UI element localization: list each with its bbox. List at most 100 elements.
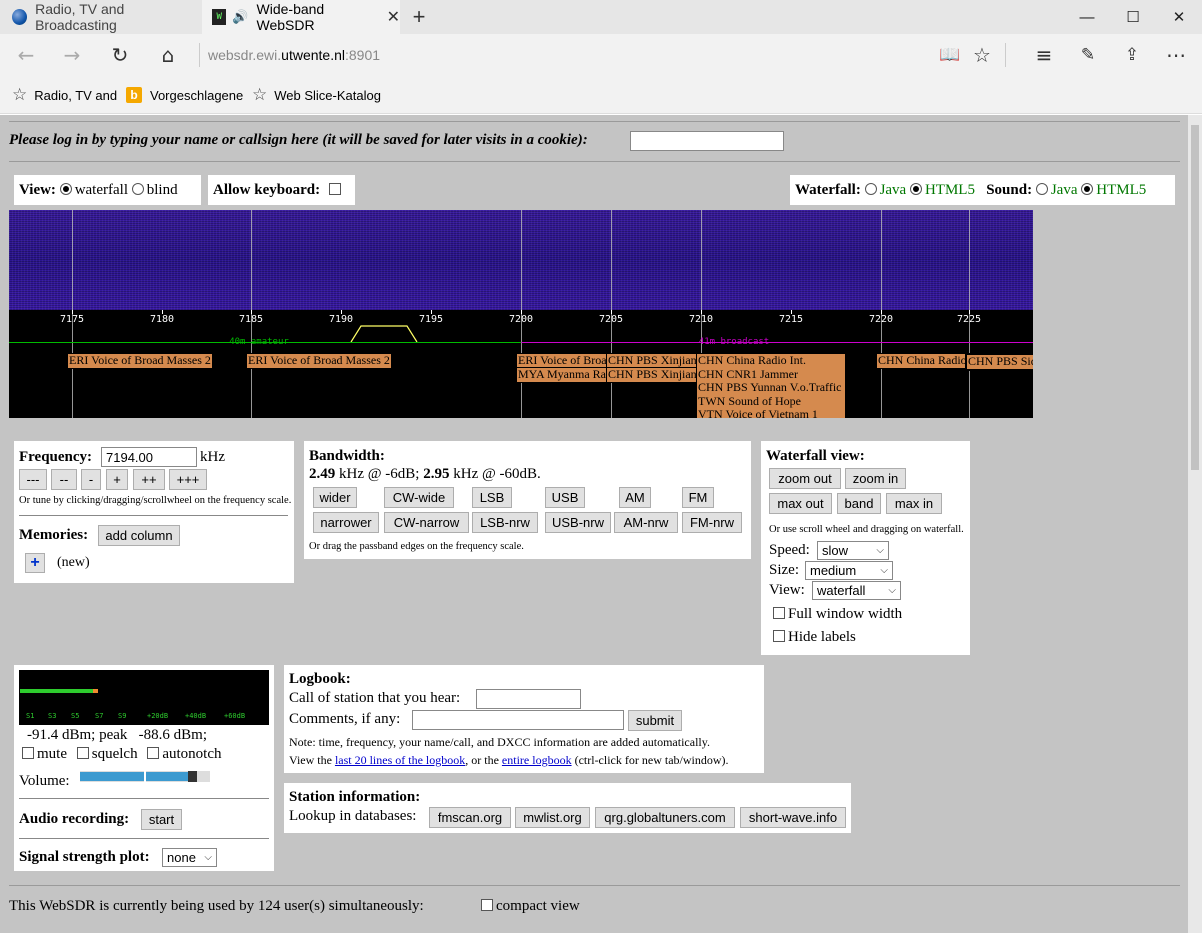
tune-up-1-button[interactable]: + [106, 469, 128, 490]
favorite-suggested[interactable]: b Vorgeschlagene [126, 76, 243, 114]
squelch-checkbox[interactable] [76, 747, 89, 759]
close-tab-icon[interactable]: ✕ [387, 7, 400, 27]
bing-icon: b [126, 87, 142, 103]
record-start-button[interactable]: start [141, 809, 182, 830]
scrollbar-thumb[interactable] [1191, 125, 1199, 470]
home-icon[interactable]: ⌂ [148, 34, 188, 76]
globaltuners-button[interactable]: qrg.globaltuners.com [595, 807, 735, 828]
allow-keyboard-box: Allow keyboard: [208, 175, 355, 205]
callsign-input[interactable] [630, 131, 784, 151]
waterfall-display[interactable]: 7175 7180 7185 7190 7195 7200 7205 7210 … [9, 210, 1033, 418]
back-icon[interactable]: ← [6, 34, 46, 76]
mute-checkbox[interactable] [22, 747, 34, 759]
tune-up-3-button[interactable]: +++ [169, 469, 207, 490]
station-label[interactable]: ERI Voice of Broad Masses 2 [246, 353, 392, 369]
station-label[interactable]: TWN Sound of Hope [698, 394, 844, 409]
freq-tick: 7195 [418, 314, 444, 325]
new-tab-button[interactable]: + [402, 0, 436, 34]
maximize-icon[interactable]: ☐ [1110, 0, 1156, 34]
view-select[interactable]: waterfall ⌵ [812, 581, 901, 600]
station-label[interactable]: MYA Myanma Radio [516, 367, 608, 383]
cw-wide-button[interactable]: CW-wide [384, 487, 454, 508]
tune-down-3-button[interactable]: --- [19, 469, 47, 490]
lsb-nrw-button[interactable]: LSB-nrw [472, 512, 538, 533]
frequency-panel: Frequency: kHz --- -- - + ++ +++ Or tune… [14, 441, 294, 583]
max-in-button[interactable]: max in [886, 493, 942, 514]
station-label-group[interactable]: CHN China Radio Int. CHN CNR1 Jammer CHN… [696, 353, 846, 418]
logbook-last20-link[interactable]: last 20 lines of the logbook [335, 753, 465, 767]
tab-websdr[interactable]: W 🔊 Wide-band WebSDR ✕ [202, 0, 400, 34]
tune-down-1-button[interactable]: - [81, 469, 101, 490]
refresh-icon[interactable]: ↻ [100, 34, 140, 76]
add-memory-button[interactable]: + [25, 553, 45, 573]
more-icon[interactable]: ⋯ [1156, 34, 1196, 76]
frequency-input[interactable] [101, 447, 197, 467]
station-label[interactable]: CHN PBS Yunnan V.o.Traffic [698, 380, 844, 395]
web-note-icon[interactable]: ✎ [1068, 34, 1108, 76]
narrower-button[interactable]: narrower [313, 512, 379, 533]
fmscan-button[interactable]: fmscan.org [429, 807, 511, 828]
zoom-out-button[interactable]: zoom out [769, 468, 841, 489]
volume-slider[interactable] [80, 771, 210, 782]
favorite-web-slice[interactable]: ☆ Web Slice-Katalog [252, 76, 381, 114]
short-wave-info-button[interactable]: short-wave.info [740, 807, 846, 828]
share-icon[interactable]: ⇪ [1112, 34, 1152, 76]
sound-html5-radio[interactable] [1081, 183, 1094, 195]
max-out-button[interactable]: max out [769, 493, 832, 514]
passband-marker[interactable] [349, 324, 421, 344]
mwlist-button[interactable]: mwlist.org [515, 807, 590, 828]
station-label[interactable]: CHN PBS Sichuan 2 [965, 353, 1033, 371]
cw-narrow-button[interactable]: CW-narrow [384, 512, 469, 533]
full-width-checkbox[interactable] [773, 607, 785, 619]
tab-radio-tv[interactable]: Radio, TV and Broadcasting [0, 0, 200, 34]
websdr-favicon: W [212, 9, 227, 25]
view-blind-radio[interactable] [131, 183, 144, 195]
usb-button[interactable]: USB [545, 487, 585, 508]
signal-plot-select[interactable]: none ⌵ [162, 848, 217, 867]
fm-button[interactable]: FM [682, 487, 714, 508]
fm-nrw-button[interactable]: FM-nrw [682, 512, 742, 533]
size-select[interactable]: medium ⌵ [805, 561, 893, 580]
zoom-in-button[interactable]: zoom in [845, 468, 906, 489]
window-close-icon[interactable]: ✕ [1156, 0, 1202, 34]
station-label[interactable]: CHN CNR1 Jammer [698, 367, 844, 382]
favorite-radio-tv[interactable]: ☆ Radio, TV and [12, 76, 117, 114]
logbook-entire-link[interactable]: entire logbook [502, 753, 572, 767]
add-column-button[interactable]: add column [98, 525, 180, 546]
allow-keyboard-checkbox[interactable] [328, 183, 341, 195]
freq-tick: 7215 [778, 314, 804, 325]
bandwidth-panel: Bandwidth: 2.49 kHz @ -6dB; 2.95 kHz @ -… [304, 441, 751, 559]
address-bar[interactable]: websdr.ewi. utwente.nl:8901 [208, 34, 380, 76]
speed-select[interactable]: slow ⌵ [817, 541, 889, 560]
autonotch-checkbox[interactable] [147, 747, 160, 759]
hub-icon[interactable]: ≡ [1024, 34, 1064, 76]
favorite-star-icon[interactable]: ☆ [962, 34, 1002, 76]
page-scrollbar[interactable] [1188, 115, 1202, 933]
station-label[interactable]: VTN Voice of Vietnam 1 [698, 407, 844, 418]
tab-bar: Radio, TV and Broadcasting W 🔊 Wide-band… [0, 0, 1202, 34]
logbook-submit-button[interactable]: submit [628, 710, 682, 731]
logbook-call-input[interactable] [476, 689, 581, 709]
waterfall-java-radio[interactable] [864, 183, 877, 195]
station-label[interactable]: CHN China Radio Int. [698, 354, 844, 368]
am-button[interactable]: AM [619, 487, 651, 508]
station-label[interactable]: CHN PBS Xinjiang [606, 367, 698, 383]
station-label[interactable]: CHN China Radio Int. [876, 353, 966, 369]
sound-java-radio[interactable] [1035, 183, 1048, 195]
hide-labels-checkbox[interactable] [773, 630, 785, 642]
waterfall-view-panel: Waterfall view: zoom out zoom in max out… [761, 441, 970, 655]
wider-button[interactable]: wider [313, 487, 357, 508]
view-waterfall-radio[interactable] [59, 183, 72, 195]
band-button[interactable]: band [837, 493, 881, 514]
lsb-button[interactable]: LSB [472, 487, 512, 508]
tune-down-2-button[interactable]: -- [51, 469, 77, 490]
station-label[interactable]: ERI Voice of Broad Masses 2 [67, 353, 213, 369]
logbook-comments-input[interactable] [412, 710, 624, 730]
waterfall-html5-radio[interactable] [909, 183, 922, 195]
compact-view-checkbox[interactable] [481, 899, 493, 911]
usb-nrw-button[interactable]: USB-nrw [545, 512, 611, 533]
forward-icon[interactable]: → [52, 34, 92, 76]
minimize-icon[interactable]: ― [1064, 0, 1110, 34]
am-nrw-button[interactable]: AM-nrw [614, 512, 678, 533]
tune-up-2-button[interactable]: ++ [133, 469, 165, 490]
